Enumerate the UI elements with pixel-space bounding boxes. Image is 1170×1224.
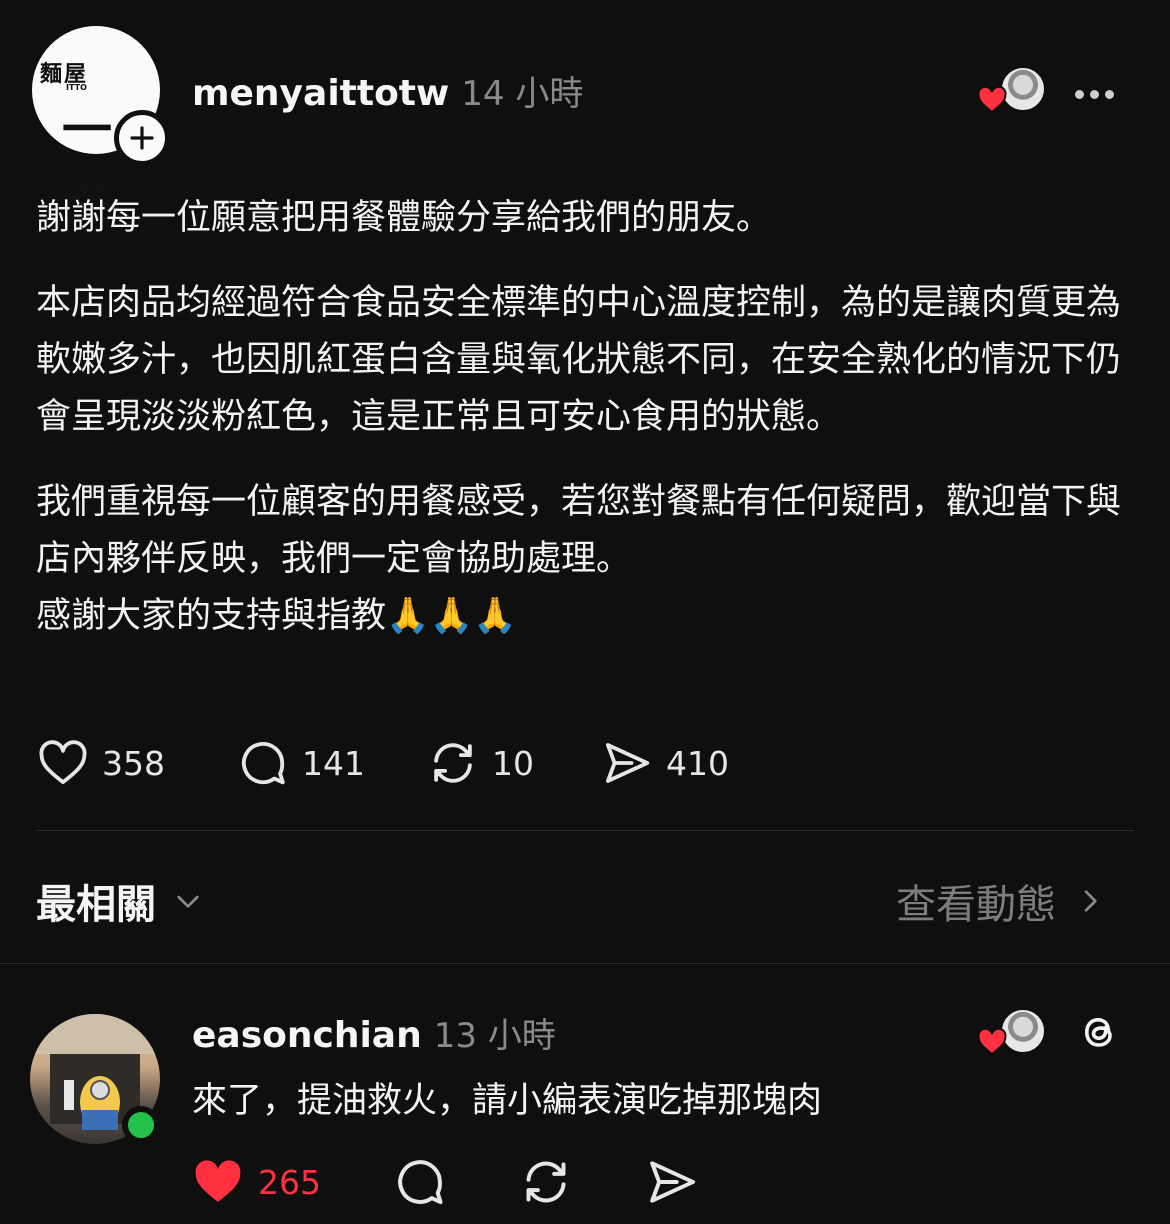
reply-share-button[interactable] (644, 1154, 700, 1214)
comment-count: 141 (302, 743, 365, 783)
like-count: 358 (102, 743, 165, 783)
chevron-down-icon (177, 895, 199, 908)
chevron-right-icon (1084, 890, 1097, 912)
plus-icon (130, 126, 154, 150)
more-icon (1075, 90, 1084, 99)
threads-icon[interactable] (1074, 1006, 1122, 1056)
reply-comment-button[interactable] (392, 1154, 448, 1214)
post-time: 14 小時 (461, 74, 584, 114)
repost-count: 10 (492, 743, 534, 783)
share-icon (605, 743, 650, 783)
view-activity-link[interactable]: 查看動態 (896, 872, 1106, 930)
post-paragraph: 謝謝每一位願意把用餐體驗分享給我們的朋友。 (36, 198, 772, 238)
liked-heart-icon (977, 85, 1007, 114)
author-username[interactable]: menyaittotw (192, 73, 449, 114)
more-button[interactable] (1072, 84, 1117, 103)
comment-icon (398, 1160, 443, 1205)
sort-dropdown[interactable]: 最相關 (36, 872, 204, 930)
divider (36, 830, 1134, 831)
reply-repost-button[interactable] (518, 1154, 574, 1214)
share-icon (650, 1161, 695, 1203)
comment-button[interactable]: 141 (236, 736, 365, 790)
post-meta: menyaittotw 14 小時 (192, 66, 583, 115)
comment-icon (241, 742, 285, 785)
heart-icon (195, 1160, 241, 1202)
reply-liked-heart-icon (977, 1027, 1007, 1056)
divider (0, 963, 1170, 964)
post-body: 謝謝每一位願意把用餐體驗分享給我們的朋友。 本店肉品均經過符合食品安全標準的中心… (36, 190, 1136, 645)
reply-username[interactable]: easonchian (192, 1015, 422, 1056)
online-status-indicator (122, 1106, 160, 1144)
post-paragraph: 我們重視每一位顧客的用餐感受，若您對餐點有任何疑問，歡迎當下與店內夥伴反映，我們… (36, 482, 1122, 579)
reply-text: 來了，提油救火，請小編表演吃掉那塊肉 (192, 1081, 823, 1121)
post-paragraph: 感謝大家的支持與指教🙏🙏🙏 (36, 596, 517, 636)
repost-button[interactable]: 10 (426, 736, 534, 790)
share-button[interactable]: 410 (600, 736, 729, 790)
more-icon-dot (1105, 90, 1114, 99)
like-button[interactable]: 358 (36, 736, 165, 790)
heart-icon (39, 740, 87, 785)
view-activity-label: 查看動態 (896, 882, 1056, 928)
post-paragraph: 本店肉品均經過符合食品安全標準的中心溫度控制，為的是讓肉質更為軟嫩多汁，也因肌紅… (36, 283, 1122, 437)
share-count: 410 (666, 743, 729, 783)
repost-icon (526, 1161, 566, 1203)
reply-meta: easonchian 13 小時 (192, 1008, 556, 1057)
reply-like-button[interactable]: 265 (190, 1154, 321, 1210)
sort-label: 最相關 (36, 882, 156, 928)
reply-time: 13 小時 (433, 1016, 556, 1056)
reply-like-count: 265 (258, 1162, 321, 1202)
more-icon-dot (1090, 90, 1099, 99)
follow-button[interactable] (114, 110, 170, 166)
repost-icon (434, 743, 472, 783)
